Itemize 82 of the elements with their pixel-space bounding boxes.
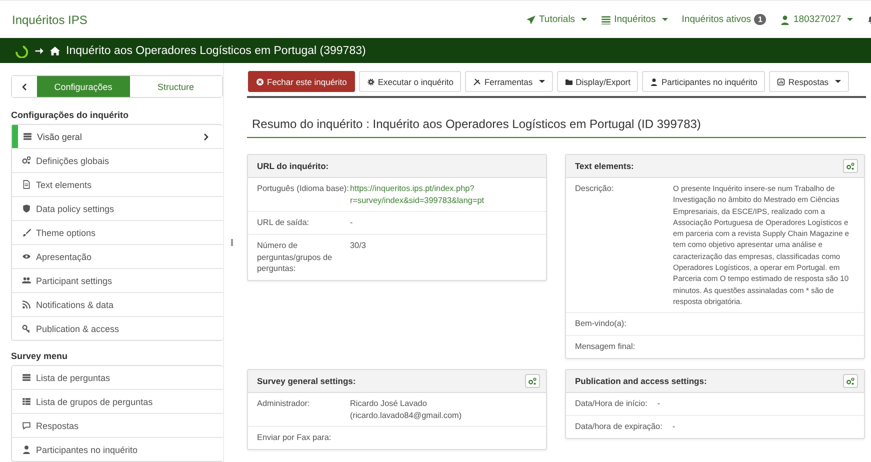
survey-link[interactable]: https://inqueritos.ips.pt/index.php?r=survey/index&sid=399783&lang=pt xyxy=(350,183,537,206)
field-label: Data/hora de expiração: xyxy=(575,421,662,434)
brush-icon xyxy=(22,228,31,237)
field-label: Mensagem final: xyxy=(575,341,636,354)
sidebar-item[interactable]: Notifications & data xyxy=(12,292,223,316)
folder-icon xyxy=(564,78,573,86)
chevron-left-icon xyxy=(20,82,28,90)
sidebar-item[interactable]: Theme options xyxy=(12,220,223,244)
field-label: Data/Hora de início: xyxy=(575,398,648,410)
section-heading: Configurações do inquérito xyxy=(11,110,130,120)
list-icon xyxy=(22,397,31,406)
field-label: Número de perguntas/grupos de perguntas: xyxy=(257,240,334,274)
sidebar-item[interactable]: Respostas xyxy=(12,413,223,437)
section-heading: Survey menu xyxy=(11,351,69,361)
shield-icon xyxy=(22,204,31,213)
field-value: 30/3 xyxy=(350,240,367,252)
users-icon xyxy=(22,276,31,285)
settings-icon xyxy=(846,162,855,170)
field-label: URL de saída: xyxy=(257,217,310,229)
panel-title: Text elements: xyxy=(575,161,634,171)
user-icon xyxy=(780,14,790,24)
chart-icon xyxy=(777,78,786,86)
settings-icon xyxy=(846,376,855,386)
settings-button[interactable] xyxy=(843,374,858,388)
eye-icon xyxy=(22,252,31,261)
page-heading: Resumo do inquérito : Inquérito aos Operadores Logísticos em Portugal (ID 399783) xyxy=(247,98,866,138)
field-label: Português (Idioma base): xyxy=(257,183,350,195)
document-icon xyxy=(22,180,31,189)
brand-link[interactable]: Inquéritos IPS xyxy=(12,12,88,26)
toolbar-button[interactable]: Ferramentas xyxy=(465,71,553,92)
sidebar-item[interactable]: Text elements xyxy=(12,172,223,196)
resize-handle[interactable] xyxy=(230,239,232,246)
nav-link[interactable]: Tutorials xyxy=(526,14,588,25)
sidebar-item[interactable]: Publication & access xyxy=(12,316,223,340)
breadcrumb-title[interactable]: Inquérito aos Operadores Logísticos em Portugal (399783) xyxy=(66,44,366,56)
sidebar-item[interactable]: Visão geral xyxy=(12,125,223,148)
user-icon xyxy=(650,78,658,86)
arrow-right-icon xyxy=(34,46,44,56)
list-icon xyxy=(23,132,32,141)
list-icon xyxy=(601,14,612,24)
field-label: Administrador: xyxy=(257,398,311,410)
toolbar-button[interactable]: Executar o inquérito xyxy=(358,71,462,92)
settings-icon xyxy=(528,376,537,386)
toolbar-button[interactable]: Respostas xyxy=(769,71,849,92)
field-value: Ricardo José Lavado (ricardo.lavado84@gmail.com) xyxy=(350,398,463,422)
sidebar-item[interactable]: Lista de grupos de perguntas xyxy=(12,389,223,413)
settings-button[interactable] xyxy=(843,159,858,173)
gears-icon xyxy=(22,156,31,165)
sidebar-item[interactable]: Participantes no inquérito xyxy=(12,437,223,461)
paper-plane-icon xyxy=(526,14,536,24)
home-icon xyxy=(50,46,60,56)
field-label: Descrição: xyxy=(575,183,615,195)
nav-link[interactable]: Inquéritos xyxy=(601,14,668,25)
list-icon xyxy=(22,373,31,382)
settings-button[interactable] xyxy=(525,374,540,388)
sidebar-tab[interactable]: Configurações xyxy=(37,76,130,97)
toolbar-button[interactable]: Participantes no inquérito xyxy=(642,71,766,92)
key-icon xyxy=(22,324,31,333)
gear-icon xyxy=(366,78,375,86)
sidebar-item[interactable]: Data policy settings xyxy=(12,196,223,220)
close-circle-icon xyxy=(256,78,264,86)
speech-bubble-icon xyxy=(22,421,31,430)
sidebar-item[interactable]: Apresentação xyxy=(12,244,223,268)
sidebar-item[interactable]: Definições globais xyxy=(12,148,223,172)
count-badge: 1 xyxy=(754,14,766,25)
chevron-right-icon xyxy=(202,132,210,140)
sidebar-item[interactable]: Lista de perguntas xyxy=(12,366,223,389)
user-icon xyxy=(22,445,31,454)
field-value: - xyxy=(350,217,354,229)
sidebar-item[interactable]: Participant settings xyxy=(12,268,223,292)
panel-title: Survey general settings: xyxy=(257,376,356,386)
rss-icon xyxy=(22,300,31,309)
field-label: Bem-vindo(a): xyxy=(575,318,628,330)
nav-link[interactable]: Inquéritos ativos 1 xyxy=(682,14,766,25)
field-value: - xyxy=(672,421,676,434)
nav-link[interactable]: 180327027 xyxy=(780,14,853,25)
panel-title: URL do inquérito: xyxy=(257,161,329,171)
panel-title: Publication and access settings: xyxy=(575,376,707,386)
field-label: Enviar por Fax para: xyxy=(257,432,332,444)
toolbar-button[interactable]: Display/Export xyxy=(556,71,638,92)
toolbar-button[interactable]: Fechar este inquérito xyxy=(248,71,355,92)
field-value: - xyxy=(657,398,662,410)
